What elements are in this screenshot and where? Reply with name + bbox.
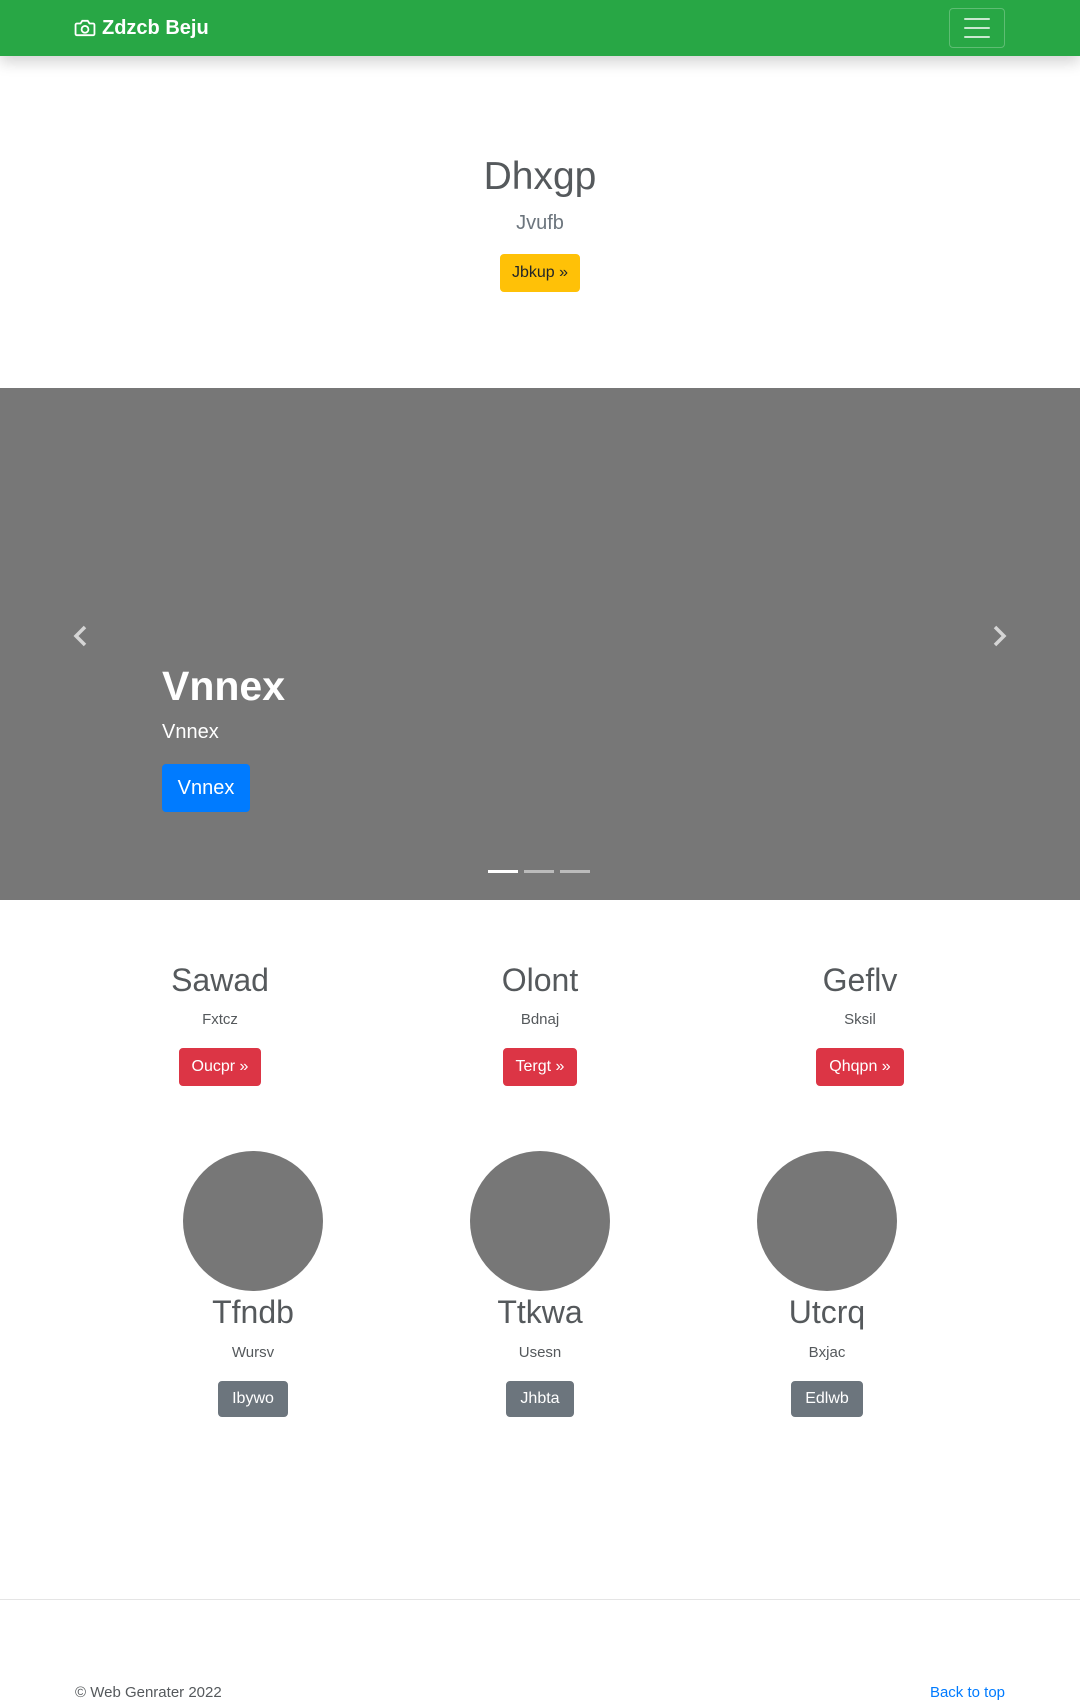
feature-title: Sawad [171,962,269,998]
feature-text: Fxtcz [202,1011,238,1028]
person-button[interactable]: Ibywo [218,1381,288,1417]
avatar-placeholder [470,1151,610,1291]
hamburger-icon-line [964,27,990,29]
feature-text: Sksil [844,1011,876,1028]
carousel-caption-button[interactable]: Vnnex [162,764,250,812]
carousel-indicator-3[interactable] [560,870,590,873]
navbar: Zdzcb Beju [0,0,1080,56]
camera-icon [74,19,96,37]
feature-column: Geflv Sksil Qhqpn » [760,960,960,1086]
person-text: Usesn [518,1344,562,1361]
chevron-left-icon[interactable] [70,624,92,648]
brand-name: Zdzcb Beju [102,16,209,39]
feature-button[interactable]: Oucpr » [178,1048,262,1086]
feature-button[interactable]: Tergt » [502,1048,578,1086]
carousel-indicators [488,870,590,873]
brand-link[interactable]: Zdzcb Beju [74,15,209,41]
avatar-placeholder [757,1151,897,1291]
person-name: Utcrq [788,1294,866,1330]
carousel-caption-title: Vnnex [162,663,286,709]
feature-column: Sawad Fxtcz Oucpr » [120,960,320,1086]
navbar-toggler-button[interactable] [949,8,1005,48]
hero-subtitle: Jvufb [516,212,564,234]
carousel-indicator-2[interactable] [524,870,554,873]
person-text: Bxjac [808,1344,846,1361]
person-button[interactable]: Jhbta [506,1381,574,1417]
hero-section: Dhxgp Jvufb Jbkup » [0,56,1080,388]
person-column: Ttkwa Usesn Jhbta [440,1151,640,1417]
footer-divider [0,1599,1080,1600]
hero-button[interactable]: Jbkup » [500,254,580,292]
hamburger-icon-line [964,18,990,20]
person-text: Wursv [231,1344,275,1361]
feature-column: Olont Bdnaj Tergt » [440,960,640,1086]
hamburger-icon-line [964,36,990,38]
person-name: Ttkwa [497,1294,583,1330]
footer-copyright: © Web Genrater 2022 [75,1684,222,1701]
person-column: Tfndb Wursv Ibywo [153,1151,353,1417]
carousel: Vnnex Vnnex Vnnex [0,388,1080,900]
chevron-right-icon[interactable] [988,624,1010,648]
carousel-caption-text: Vnnex [162,721,219,743]
avatar-placeholder [183,1151,323,1291]
feature-title: Olont [501,962,579,998]
person-column: Utcrq Bxjac Edlwb [727,1151,927,1417]
person-button[interactable]: Edlwb [791,1381,863,1417]
feature-button[interactable]: Qhqpn » [816,1048,904,1086]
feature-title: Geflv [822,962,898,998]
carousel-indicator-1[interactable] [488,870,518,873]
person-name: Tfndb [212,1294,294,1330]
hero-title: Dhxgp [483,155,597,198]
feature-text: Bdnaj [520,1011,560,1028]
back-to-top-link[interactable]: Back to top [930,1684,1005,1701]
